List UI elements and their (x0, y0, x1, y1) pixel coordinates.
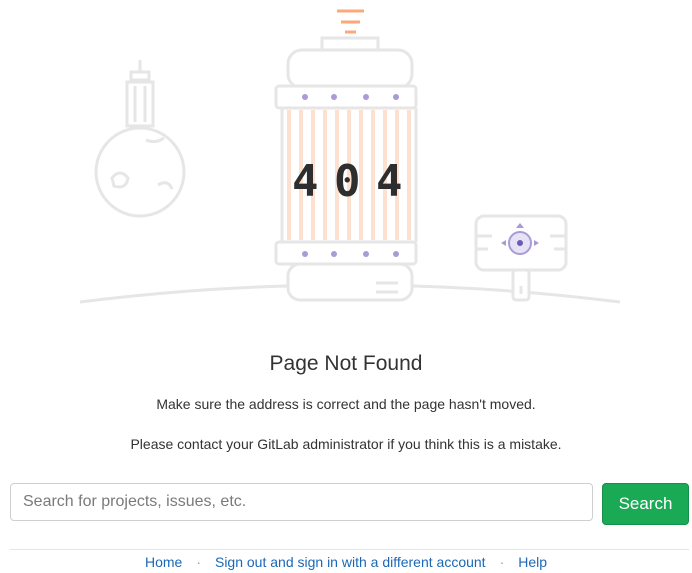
error-code-digit-3: 4 (376, 156, 403, 207)
home-link[interactable]: Home (145, 554, 182, 570)
footer-separator: · (196, 554, 201, 570)
signal-icon (337, 9, 364, 34)
search-input[interactable] (10, 483, 593, 521)
search-form: Search (10, 483, 690, 525)
planet-icon (94, 60, 186, 218)
signpost-icon (474, 214, 568, 302)
footer-links: Home · Sign out and sign in with a differe… (0, 554, 692, 570)
error-code-digit-1: 4 (292, 156, 319, 207)
footer-separator: · (499, 554, 505, 570)
error-message-address: Make sure the address is correct and the… (156, 396, 536, 412)
footer-divider (10, 549, 689, 550)
page-title: Page Not Found (269, 352, 423, 375)
error-page: 4 0 4 Page Not Found Make sure the addre… (0, 0, 692, 573)
error-code: 4 0 4 (292, 156, 403, 207)
error-message-contact: Please contact your GitLab administrator… (130, 436, 562, 452)
help-link[interactable]: Help (518, 554, 547, 570)
error-code-digit-2: 0 (334, 156, 361, 207)
sign-out-link[interactable]: Sign out and sign in with a different ac… (215, 554, 486, 570)
search-button[interactable]: Search (602, 483, 689, 525)
404-illustration: 4 0 4 (79, 9, 621, 304)
